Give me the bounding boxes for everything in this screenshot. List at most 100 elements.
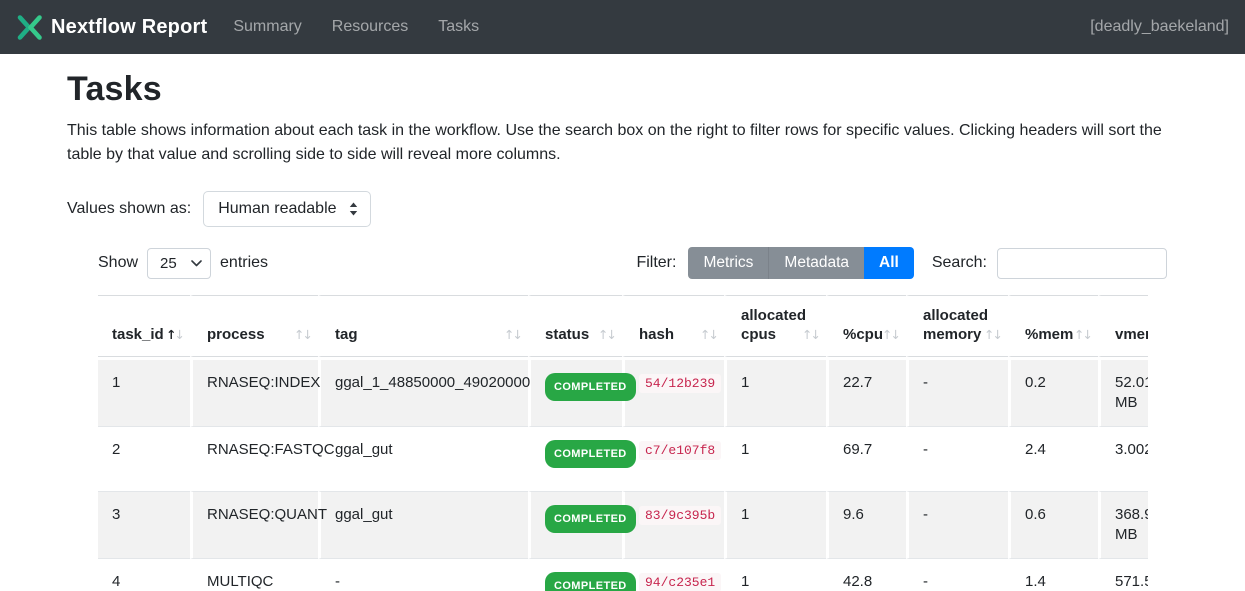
cell-allocated-memory: - xyxy=(906,426,1008,491)
cell-hash: 54/12b239 xyxy=(622,357,724,426)
navbar-brand[interactable]: Nextflow Report xyxy=(16,14,207,41)
hash-code: 94/c235e1 xyxy=(639,573,721,591)
status-badge: COMPLETED xyxy=(545,505,636,533)
page-description: This table shows information about each … xyxy=(67,119,1167,167)
filter-metrics-button[interactable]: Metrics xyxy=(688,247,768,279)
status-badge: COMPLETED xyxy=(545,572,636,591)
app-title: Nextflow Report xyxy=(51,16,207,39)
run-name: [deadly_baekeland] xyxy=(1090,18,1229,36)
column-header-pct-cpu[interactable]: %cpu ↑↓ xyxy=(826,295,906,357)
cell-pct-mem: 1.4 xyxy=(1008,558,1098,591)
sort-icon: ↑↓ xyxy=(294,325,311,344)
column-header-pct-mem[interactable]: %mem ↑↓ xyxy=(1008,295,1098,357)
sort-icon: ↑↓ xyxy=(504,325,521,344)
cell-task-id: 2 xyxy=(98,426,190,491)
sort-icon: ↑↓ xyxy=(1074,325,1091,344)
values-shown-label: Values shown as: xyxy=(67,200,191,218)
cell-hash: 94/c235e1 xyxy=(622,558,724,591)
nav-links: Summary Resources Tasks xyxy=(233,18,479,36)
cell-status: COMPLETED xyxy=(528,558,622,591)
column-header-task-id[interactable]: task_id ↑↓ xyxy=(98,295,190,357)
search-input[interactable] xyxy=(997,248,1167,279)
entries-label: entries xyxy=(220,254,268,272)
column-header-process[interactable]: process ↑↓ xyxy=(190,295,318,357)
cell-process: MULTIQC xyxy=(190,558,318,591)
cell-allocated-memory: - xyxy=(906,357,1008,426)
cell-task-id: 4 xyxy=(98,558,190,591)
sort-icon: ↑↓ xyxy=(882,325,899,344)
tasks-table-scroll-area[interactable]: task_id ↑↓ process ↑↓ tag ↑↓ status ↑↓ xyxy=(98,295,1148,591)
show-label: Show xyxy=(98,254,138,272)
column-header-hash[interactable]: hash ↑↓ xyxy=(622,295,724,357)
nextflow-logo-icon xyxy=(16,14,43,41)
cell-allocated-cpus: 1 xyxy=(724,426,826,491)
cell-process: RNASEQ:INDEX xyxy=(190,357,318,426)
table-row: 1 RNASEQ:INDEX ggal_1_48850000_49020000 … xyxy=(98,357,1148,426)
sort-icon: ↑↓ xyxy=(598,325,615,344)
cell-pct-mem: 0.2 xyxy=(1008,357,1098,426)
updown-arrows-icon xyxy=(349,202,358,216)
cell-vmem: 571.58 MB xyxy=(1098,558,1148,591)
sort-icon: ↑↓ xyxy=(984,325,1001,344)
filter-button-group: Metrics Metadata All xyxy=(688,247,913,279)
cell-status: COMPLETED xyxy=(528,426,622,491)
navbar: Nextflow Report Summary Resources Tasks … xyxy=(0,0,1245,54)
cell-tag: ggal_gut xyxy=(318,426,528,491)
cell-pct-cpu: 22.7 xyxy=(826,357,906,426)
cell-tag: ggal_1_48850000_49020000 xyxy=(318,357,528,426)
sort-icon: ↑↓ xyxy=(802,325,819,344)
cell-vmem: 3.002 xyxy=(1098,426,1148,491)
column-header-vmem[interactable]: vmem ↑↓ xyxy=(1098,295,1148,357)
nav-item-resources[interactable]: Resources xyxy=(332,18,408,36)
cell-status: COMPLETED xyxy=(528,491,622,558)
cell-allocated-cpus: 1 xyxy=(724,491,826,558)
cell-vmem: 368.95 MB xyxy=(1098,491,1148,558)
cell-hash: c7/e107f8 xyxy=(622,426,724,491)
page-title: Tasks xyxy=(67,70,1167,109)
column-header-tag[interactable]: tag ↑↓ xyxy=(318,295,528,357)
page-length-value: 25 xyxy=(160,255,177,272)
hash-code: c7/e107f8 xyxy=(639,441,721,460)
page-length-select[interactable]: 25 xyxy=(147,248,211,279)
values-shown-selected: Human readable xyxy=(218,200,336,218)
column-header-allocated-memory[interactable]: allocated memory ↑↓ xyxy=(906,295,1008,357)
status-badge: COMPLETED xyxy=(545,373,636,401)
cell-allocated-memory: - xyxy=(906,558,1008,591)
table-header-row: task_id ↑↓ process ↑↓ tag ↑↓ status ↑↓ xyxy=(98,295,1148,357)
values-shown-select[interactable]: Human readable xyxy=(203,191,370,227)
cell-vmem: 52.016 MB xyxy=(1098,357,1148,426)
chevron-down-icon xyxy=(191,260,202,267)
cell-pct-mem: 0.6 xyxy=(1008,491,1098,558)
table-row: 2 RNASEQ:FASTQC ggal_gut COMPLETED c7/e1… xyxy=(98,426,1148,491)
table-row: 3 RNASEQ:QUANT ggal_gut COMPLETED 83/9c3… xyxy=(98,491,1148,558)
column-header-status[interactable]: status ↑↓ xyxy=(528,295,622,357)
cell-status: COMPLETED xyxy=(528,357,622,426)
nav-item-tasks[interactable]: Tasks xyxy=(438,18,479,36)
cell-tag: ggal_gut xyxy=(318,491,528,558)
filter-label: Filter: xyxy=(636,254,676,272)
sort-icon: ↑↓ xyxy=(166,325,183,344)
cell-allocated-cpus: 1 xyxy=(724,558,826,591)
column-header-allocated-cpus[interactable]: allocated cpus ↑↓ xyxy=(724,295,826,357)
cell-pct-cpu: 42.8 xyxy=(826,558,906,591)
status-badge: COMPLETED xyxy=(545,440,636,468)
cell-tag: - xyxy=(318,558,528,591)
hash-code: 54/12b239 xyxy=(639,374,721,393)
sort-icon: ↑↓ xyxy=(700,325,717,344)
filter-metadata-button[interactable]: Metadata xyxy=(768,247,864,279)
cell-pct-cpu: 69.7 xyxy=(826,426,906,491)
cell-hash: 83/9c395b xyxy=(622,491,724,558)
nav-item-summary[interactable]: Summary xyxy=(233,18,301,36)
cell-task-id: 3 xyxy=(98,491,190,558)
tasks-table: task_id ↑↓ process ↑↓ tag ↑↓ status ↑↓ xyxy=(98,295,1148,591)
filter-all-button[interactable]: All xyxy=(864,247,914,279)
search-label: Search: xyxy=(932,254,987,272)
cell-task-id: 1 xyxy=(98,357,190,426)
cell-process: RNASEQ:FASTQC xyxy=(190,426,318,491)
table-row: 4 MULTIQC - COMPLETED 94/c235e1 1 42.8 -… xyxy=(98,558,1148,591)
cell-process: RNASEQ:QUANT xyxy=(190,491,318,558)
cell-allocated-cpus: 1 xyxy=(724,357,826,426)
cell-pct-mem: 2.4 xyxy=(1008,426,1098,491)
hash-code: 83/9c395b xyxy=(639,506,721,525)
cell-allocated-memory: - xyxy=(906,491,1008,558)
